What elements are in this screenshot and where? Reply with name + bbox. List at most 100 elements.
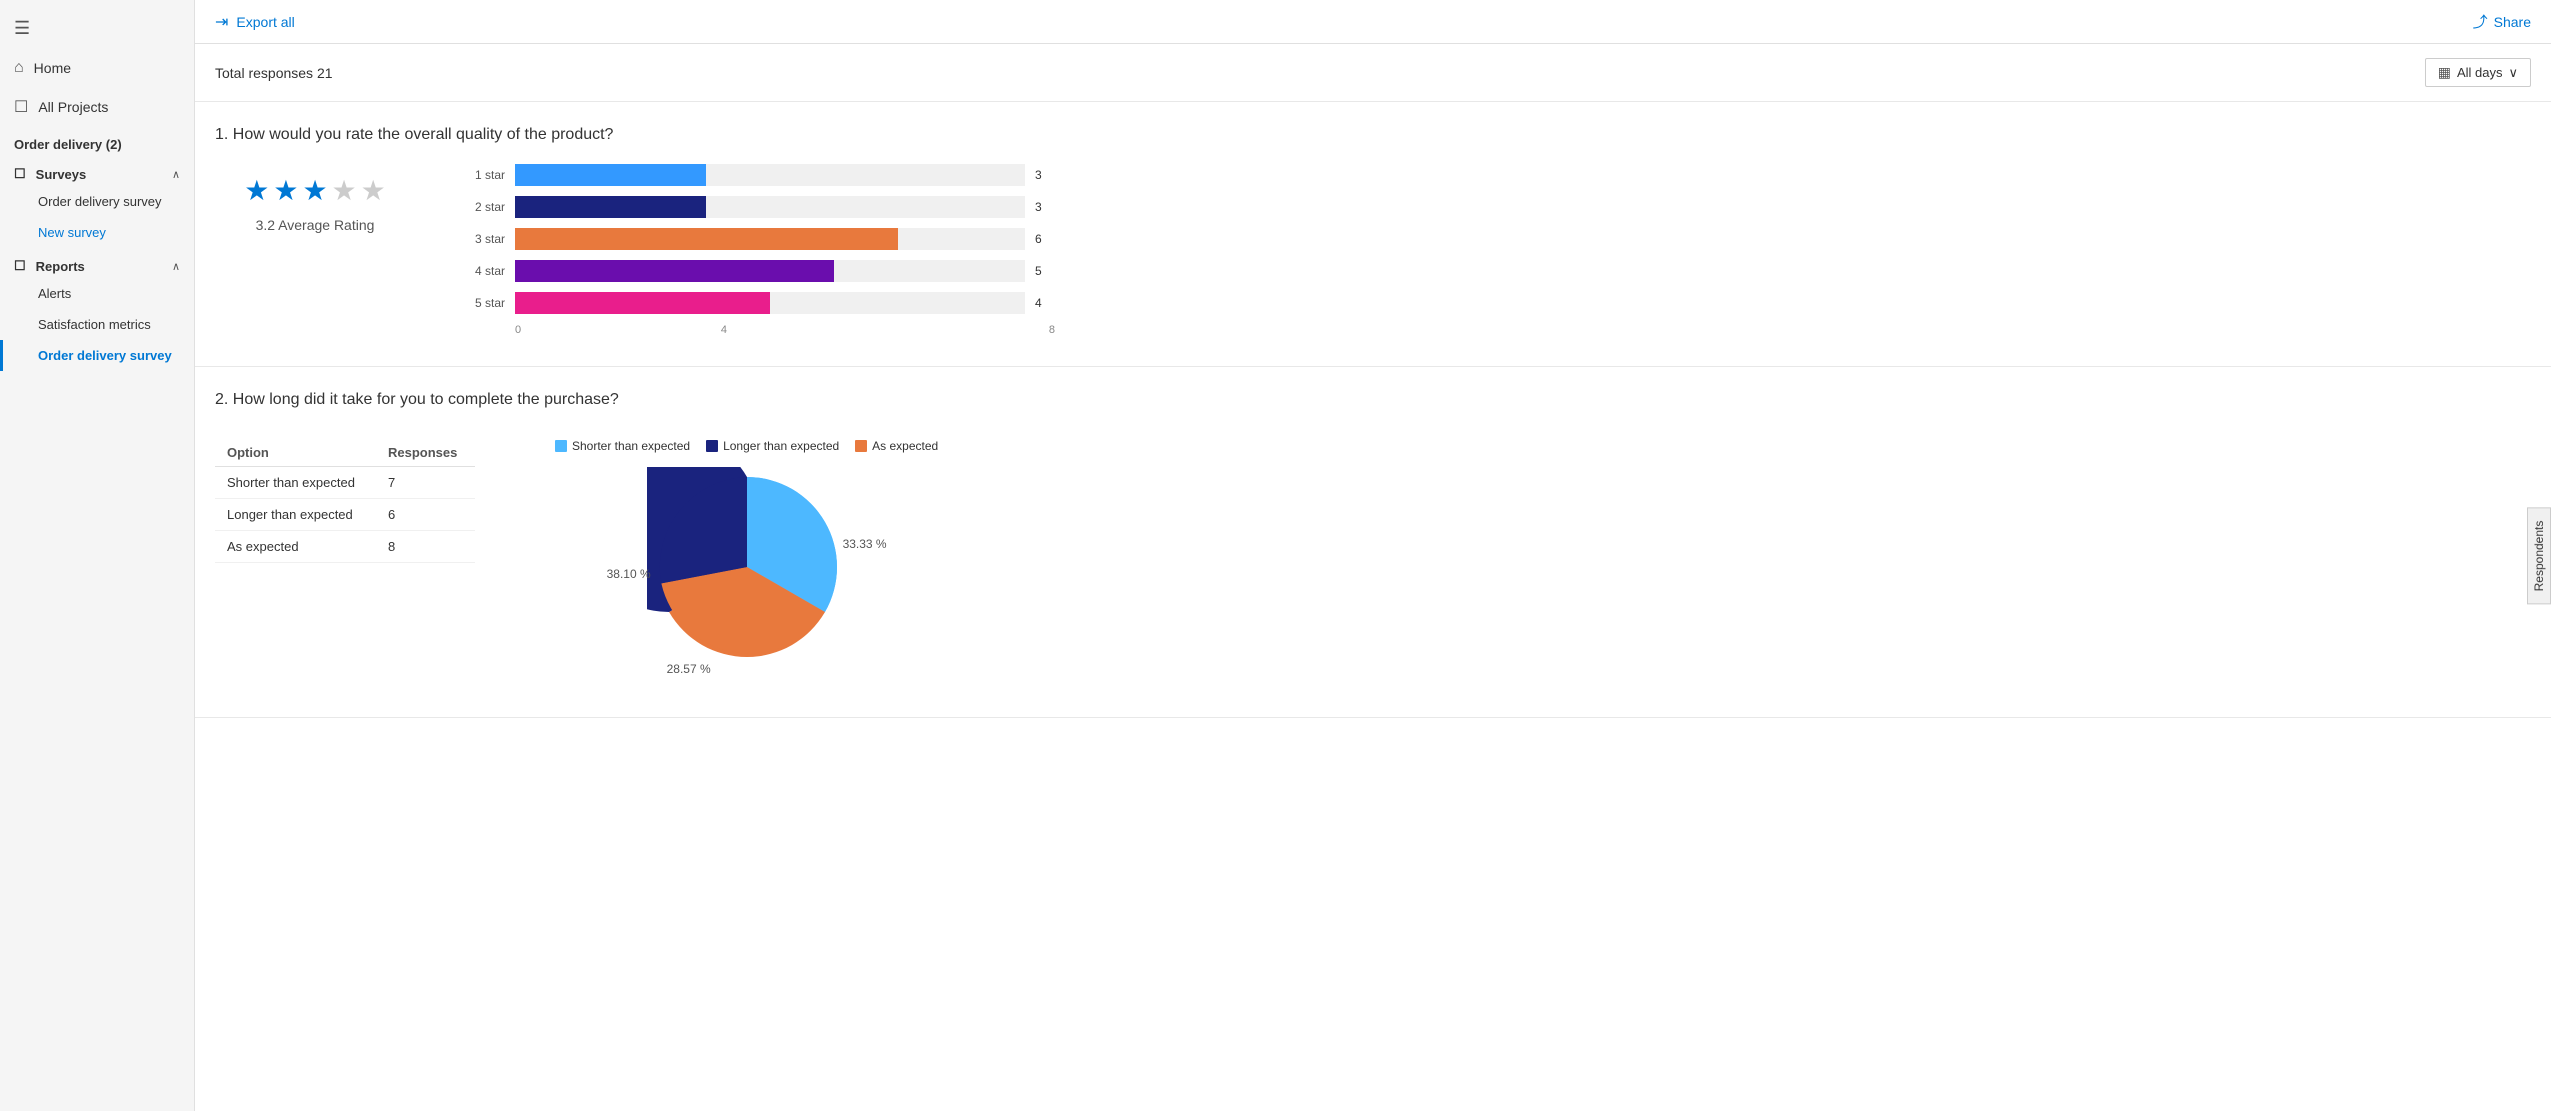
star-2: ★ [273, 174, 298, 207]
pie-label-shorter-pct: 33.33 % [843, 537, 887, 551]
rating-display: ★ ★ ★ ★ ★ 3.2 Average Rating [215, 164, 415, 233]
axis-0: 0 [515, 324, 521, 336]
table-row: Shorter than expected 7 [215, 467, 475, 499]
share-icon: ⤴ [2473, 11, 2488, 32]
legend-asexpected: As expected [855, 439, 938, 453]
bar-row-2star: 2 star 3 [455, 196, 1055, 218]
bar-track-1star [515, 164, 1025, 186]
days-filter-label: All days [2457, 65, 2503, 80]
sidebar-item-order-delivery-survey[interactable]: Order delivery survey [0, 186, 194, 217]
legend-label-longer: Longer than expected [723, 439, 839, 453]
bar-fill-3star [515, 228, 898, 250]
responses-bar: Total responses 21 ▦ All days ∨ [195, 44, 2551, 102]
pie-chart-wrapper: Shorter than expected Longer than expect… [555, 439, 938, 687]
sidebar-item-home[interactable]: ⌂ Home [0, 49, 194, 87]
bar-fill-5star [515, 292, 770, 314]
calendar-icon: ▦ [2438, 64, 2451, 81]
table-cell-asexpected: As expected [215, 531, 376, 563]
legend-longer: Longer than expected [706, 439, 839, 453]
pie-chart-svg-2 [647, 467, 847, 667]
question-1-section: 1. How would you rate the overall qualit… [195, 102, 2551, 367]
table-cell-shorter: Shorter than expected [215, 467, 376, 499]
legend-label-asexpected: As expected [872, 439, 938, 453]
pie-table: Option Responses Shorter than expected 7… [215, 439, 475, 563]
topbar: ⇥ Export all ⤴ Share [195, 0, 2551, 44]
bar-label-5star: 5 star [455, 296, 505, 310]
hamburger-icon[interactable]: ☰ [0, 8, 194, 49]
question-1-content: ★ ★ ★ ★ ★ 3.2 Average Rating 1 star [215, 164, 2531, 336]
legend-label-shorter: Shorter than expected [572, 439, 690, 453]
sidebar: ☰ ⌂ Home ☐ All Projects Order delivery (… [0, 0, 195, 1111]
table-cell-longer-val: 6 [376, 499, 475, 531]
table-cell-longer: Longer than expected [215, 499, 376, 531]
surveys-label: Surveys [36, 167, 87, 182]
sidebar-all-projects-label: All Projects [38, 99, 108, 115]
reports-section-header[interactable]: ☐ Reports ∧ [0, 248, 194, 278]
bar-value-3star: 6 [1035, 232, 1055, 246]
bar-track-4star [515, 260, 1025, 282]
home-icon: ⌂ [14, 59, 24, 77]
days-filter-chevron: ∨ [2508, 65, 2518, 81]
bar-value-4star: 5 [1035, 264, 1055, 278]
share-button[interactable]: ⤴ Share [2473, 11, 2531, 32]
sidebar-item-order-delivery-report[interactable]: Order delivery survey [0, 340, 194, 371]
table-header-option: Option [215, 439, 376, 467]
sidebar-item-new-survey[interactable]: New survey [0, 217, 194, 248]
question-1-title: 1. How would you rate the overall qualit… [215, 126, 2531, 144]
respondents-tab[interactable]: Respondents [2527, 507, 2551, 604]
pie-label-longer-pct: 28.57 % [667, 662, 711, 676]
bar-fill-2star [515, 196, 706, 218]
bar-row-1star: 1 star 3 [455, 164, 1055, 186]
main-content: ⇥ Export all ⤴ Share Total responses 21 … [195, 0, 2551, 1111]
bar-value-1star: 3 [1035, 168, 1055, 182]
export-label: Export all [236, 14, 294, 30]
sidebar-item-all-projects[interactable]: ☐ All Projects [0, 87, 194, 127]
star-1: ★ [244, 174, 269, 207]
pie-legend: Shorter than expected Longer than expect… [555, 439, 938, 453]
star-rating: ★ ★ ★ ★ ★ [244, 174, 386, 207]
content-area: Total responses 21 ▦ All days ∨ 1. How w… [195, 44, 2551, 1111]
bar-track-3star [515, 228, 1025, 250]
bar-track-2star [515, 196, 1025, 218]
surveys-chevron: ∧ [172, 168, 180, 181]
star-4: ★ [332, 174, 357, 207]
export-icon: ⇥ [215, 12, 228, 32]
bar-fill-4star [515, 260, 834, 282]
days-filter-button[interactable]: ▦ All days ∨ [2425, 58, 2531, 87]
export-button[interactable]: ⇥ Export all [215, 12, 295, 32]
reports-icon: ☐ [14, 258, 26, 274]
axis-4: 4 [721, 324, 727, 336]
chart-axis: 0 4 8 [515, 324, 1055, 336]
reports-chevron: ∧ [172, 260, 180, 273]
bar-row-5star: 5 star 4 [455, 292, 1055, 314]
surveys-icon: ☐ [14, 166, 26, 182]
legend-shorter: Shorter than expected [555, 439, 690, 453]
bar-chart: 1 star 3 2 star 3 3 star [455, 164, 1055, 336]
surveys-section-header[interactable]: ☐ Surveys ∧ [0, 156, 194, 186]
share-label: Share [2494, 14, 2531, 30]
question-2-section: 2. How long did it take for you to compl… [195, 367, 2551, 718]
sidebar-item-satisfaction-metrics[interactable]: Satisfaction metrics [0, 309, 194, 340]
table-row: Longer than expected 6 [215, 499, 475, 531]
table-cell-asexpected-val: 8 [376, 531, 475, 563]
pie-labels-area: 33.33 % 38.10 % 28.57 % [607, 467, 887, 687]
avg-rating-label: 3.2 Average Rating [256, 217, 375, 233]
bar-value-2star: 3 [1035, 200, 1055, 214]
sidebar-section-title: Order delivery (2) [0, 127, 194, 156]
star-3: ★ [302, 174, 327, 207]
question-2-title: 2. How long did it take for you to compl… [215, 391, 2531, 409]
bar-value-5star: 4 [1035, 296, 1055, 310]
bar-label-3star: 3 star [455, 232, 505, 246]
bar-label-4star: 4 star [455, 264, 505, 278]
legend-dot-asexpected [855, 440, 867, 452]
bar-row-3star: 3 star 6 [455, 228, 1055, 250]
bar-label-2star: 2 star [455, 200, 505, 214]
table-header-responses: Responses [376, 439, 475, 467]
axis-8: 8 [1049, 324, 1055, 336]
pie-slice-longer [659, 477, 746, 583]
legend-dot-longer [706, 440, 718, 452]
star-5: ★ [361, 174, 386, 207]
sidebar-item-alerts[interactable]: Alerts [0, 278, 194, 309]
table-cell-shorter-val: 7 [376, 467, 475, 499]
projects-icon: ☐ [14, 97, 28, 117]
